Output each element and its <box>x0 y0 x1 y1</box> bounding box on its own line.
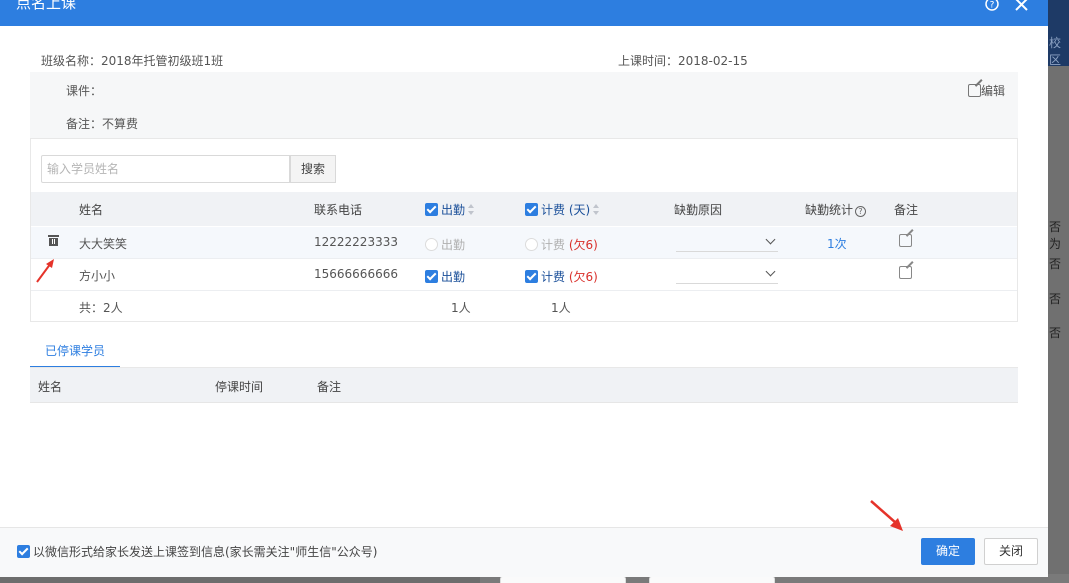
question-circle-icon[interactable]: ? <box>855 206 867 217</box>
background-text: 否 <box>1049 326 1062 340</box>
close-button[interactable]: 关闭 <box>984 538 1038 565</box>
background-button <box>500 576 626 583</box>
absence-reason-select[interactable] <box>676 264 778 284</box>
col-absence-stats: 缺勤统计? <box>805 201 867 218</box>
edit-icon <box>968 84 981 97</box>
dialog-header: 点名上课 ? <box>0 0 1048 26</box>
edit-label: 编辑 <box>981 84 1006 98</box>
absence-reason-select[interactable] <box>676 232 778 252</box>
class-time: 上课时间：2018-02-15 <box>618 54 748 68</box>
student-search-input[interactable] <box>41 155 290 183</box>
attendance-checkbox[interactable]: 出勤 <box>425 236 465 253</box>
trash-icon[interactable] <box>48 235 59 246</box>
attendance-select-all-checkbox[interactable] <box>425 203 438 216</box>
background-text: 否 <box>1049 292 1062 306</box>
student-name: 方小小 <box>79 269 116 283</box>
class-name: 班级名称：2018年托管初级班1班 <box>41 54 224 68</box>
edit-button[interactable]: 编辑 <box>968 82 1005 99</box>
chevron-down-icon <box>765 266 776 277</box>
billing-total: 1人 <box>551 301 571 315</box>
edit-remark-icon[interactable] <box>899 234 912 247</box>
wechat-notify-checkbox[interactable]: 以微信形式给家长发送上课签到信息(家长需关注"师生信"公众号) <box>17 543 377 560</box>
row-divider <box>31 290 1017 291</box>
col-remark: 备注 <box>894 203 919 217</box>
courseware-label: 课件： <box>66 84 103 98</box>
col-billing[interactable]: 计费 (天) <box>525 201 600 218</box>
table-row <box>31 227 1017 258</box>
close-icon[interactable] <box>1015 0 1028 15</box>
svg-text:?: ? <box>990 1 995 11</box>
col-attendance[interactable]: 出勤 <box>425 201 475 218</box>
tab-suspended-students[interactable]: 已停课学员 <box>30 336 120 368</box>
dialog-title: 点名上课 <box>16 0 77 12</box>
table-header <box>31 192 1017 226</box>
background-text: 否 <box>1049 257 1062 271</box>
confirm-button[interactable]: 确定 <box>921 538 975 565</box>
billing-checkbox[interactable]: 计费 (欠6) <box>525 268 598 285</box>
remark-label: 备注：不算费 <box>66 117 139 131</box>
chevron-down-icon <box>765 234 776 245</box>
col-name: 姓名 <box>38 380 63 394</box>
student-phone: 15666666666 <box>314 267 398 281</box>
search-button[interactable]: 搜索 <box>290 155 336 183</box>
background-text: 否为 <box>1049 220 1062 251</box>
edit-remark-icon[interactable] <box>899 266 912 279</box>
absence-count-link[interactable]: 1次 <box>827 235 847 252</box>
billing-checkbox[interactable]: 计费 (欠6) <box>525 236 598 253</box>
question-circle-icon[interactable]: ? <box>985 0 999 15</box>
student-name: 大大笑笑 <box>79 237 128 251</box>
roll-call-dialog: 点名上课 ? 班级名称：2018年托管初级班1班 上课时间：2018-02-15… <box>0 0 1048 577</box>
annotation-arrow-icon <box>870 500 903 531</box>
attendance-checkbox[interactable]: 出勤 <box>425 268 465 285</box>
student-phone: 12222223333 <box>314 235 398 249</box>
background-button <box>649 576 775 583</box>
col-name: 姓名 <box>79 203 104 217</box>
suspended-table-header <box>30 368 1018 403</box>
col-suspend-time: 停课时间 <box>215 380 264 394</box>
lesson-info-panel <box>30 72 1018 138</box>
sort-icon[interactable] <box>593 204 600 215</box>
billing-select-all-checkbox[interactable] <box>525 203 538 216</box>
wechat-notify-label: 以微信形式给家长发送上课签到信息(家长需关注"师生信"公众号) <box>33 545 378 559</box>
attendance-total: 1人 <box>451 301 471 315</box>
col-remark: 备注 <box>317 380 342 394</box>
row-divider <box>31 258 1017 259</box>
sort-icon[interactable] <box>468 204 475 215</box>
total-count: 共：2人 <box>79 301 123 315</box>
background-text: 校区 <box>1049 36 1062 67</box>
annotation-arrow-icon <box>36 259 54 283</box>
col-phone: 联系电话 <box>314 203 363 217</box>
col-absence-reason: 缺勤原因 <box>674 203 723 217</box>
